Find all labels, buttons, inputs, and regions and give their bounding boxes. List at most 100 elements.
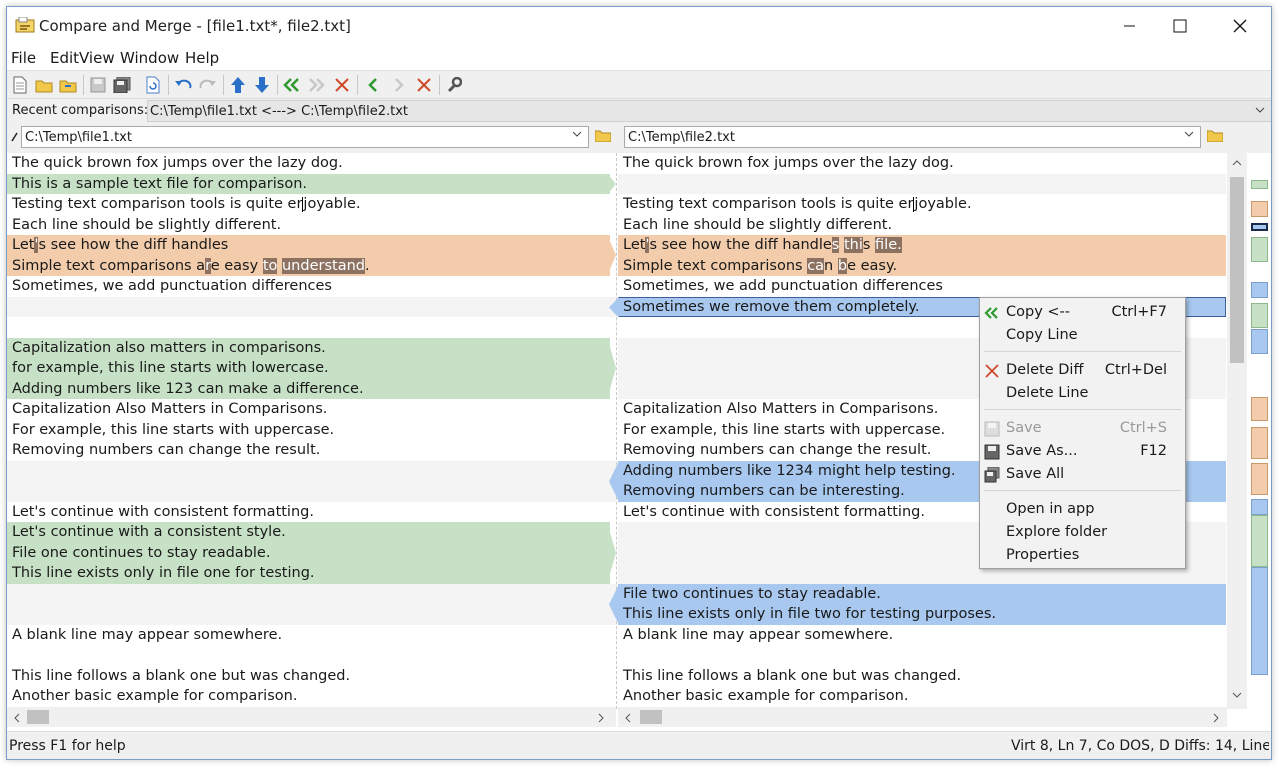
right-line[interactable]: The quick brown fox jumps over the lazy … [618, 153, 1226, 174]
menu-edit[interactable]: Edit [50, 49, 79, 67]
menu-item-save-all[interactable]: Save All [980, 463, 1185, 486]
copy-all-right-button[interactable] [306, 75, 326, 95]
right-line[interactable]: This line follows a blank one but was ch… [618, 666, 1226, 687]
menu-item-open-in-app[interactable]: Open in app [980, 498, 1185, 521]
right-line[interactable]: Testing text comparison tools is quite e… [618, 194, 1226, 215]
recent-comparisons-combo[interactable]: C:\Temp\file1.txt <---> C:\Temp\file2.tx… [147, 100, 1271, 122]
left-file-pane[interactable]: The quick brown fox jumps over the lazy … [7, 153, 616, 709]
vertical-scrollbar[interactable] [1227, 153, 1247, 709]
minimize-button[interactable] [1107, 7, 1153, 45]
left-line[interactable]: Each line should be slightly different. [7, 215, 616, 236]
scroll-left-icon[interactable] [624, 713, 632, 723]
inline-change: s [831, 237, 840, 253]
right-line[interactable]: Another basic example for comparison. [618, 686, 1226, 707]
left-line[interactable]: Another basic example for comparison. [7, 686, 616, 707]
scrollbar-thumb[interactable] [640, 710, 662, 724]
close-button[interactable] [1217, 7, 1263, 45]
left-line[interactable]: Let's see how the diff handles [7, 235, 610, 256]
scroll-right-icon[interactable] [597, 713, 605, 723]
status-bar: Press F1 for help Virt 8, Ln 7, Co DOS, … [7, 731, 1271, 759]
menu-item-copy-line[interactable]: Copy Line [980, 324, 1185, 347]
redo-button[interactable] [198, 75, 218, 95]
left-line[interactable]: A blank line may appear somewhere. [7, 625, 616, 646]
save-button[interactable] [88, 75, 108, 95]
left-line[interactable]: Testing text comparison tools is quite e… [7, 194, 616, 215]
menu-help[interactable]: Help [185, 49, 219, 67]
left-path-value: C:\Temp\file1.txt [25, 130, 132, 145]
maximize-button[interactable] [1157, 7, 1203, 45]
right-line[interactable]: Sometimes, we add punctuation difference… [618, 276, 1226, 297]
left-line[interactable]: Capitalization also matters in compariso… [7, 337, 610, 358]
scrollbar-thumb[interactable] [1230, 177, 1244, 363]
copy-all-left-button[interactable] [282, 75, 302, 95]
right-line[interactable]: Let's see how the diff handles this file… [618, 235, 1226, 256]
options-button[interactable] [444, 75, 464, 95]
menu-file[interactable]: File [11, 49, 36, 67]
left-placeholder-line [7, 296, 616, 317]
left-line[interactable] [7, 317, 616, 338]
copy-all-left-icon [283, 78, 299, 92]
left-line[interactable]: Let's continue with a consistent style. [7, 522, 610, 543]
right-line[interactable]: Each line should be slightly different. [618, 215, 1226, 236]
refresh-button[interactable] [143, 75, 163, 95]
options-icon [447, 77, 462, 93]
next-diff-button[interactable] [252, 75, 272, 95]
left-placeholder-line [7, 481, 616, 502]
new-file-button[interactable] [10, 75, 30, 95]
menu-item-delete-line[interactable]: Delete Line [980, 382, 1185, 405]
save-all-button[interactable] [112, 75, 132, 95]
left-line[interactable]: Adding numbers like 123 can make a diffe… [7, 378, 610, 399]
copy-right-button[interactable] [388, 75, 408, 95]
open-folder-button[interactable] [34, 75, 54, 95]
inline-change: to [262, 257, 278, 274]
left-line[interactable]: Removing numbers can change the result. [7, 440, 616, 461]
menu-view[interactable]: View [79, 49, 115, 67]
left-line[interactable] [7, 645, 616, 666]
left-line[interactable]: This is a sample text file for compariso… [7, 173, 610, 194]
left-horizontal-scrollbar[interactable] [7, 707, 616, 727]
left-line[interactable]: Simple text comparisons are easy to unde… [7, 255, 610, 276]
scroll-left-icon[interactable] [13, 713, 21, 723]
undo-button[interactable] [173, 75, 193, 95]
open-both-button[interactable] [58, 75, 78, 95]
right-path-input[interactable]: C:\Temp\file2.txt [624, 126, 1201, 148]
menu-item-explore-folder[interactable]: Explore folder [980, 521, 1185, 544]
left-line[interactable]: Sometimes, we add punctuation difference… [7, 276, 616, 297]
browse-left-folder-icon[interactable] [595, 129, 611, 142]
right-line[interactable]: Simple text comparisons can be easy. [618, 255, 1226, 276]
scrollbar-thumb[interactable] [27, 710, 49, 724]
left-line[interactable]: for example, this line starts with lower… [7, 358, 610, 379]
diff-arrow-left-icon [609, 296, 619, 318]
scroll-right-icon[interactable] [1212, 713, 1220, 723]
right-horizontal-scrollbar[interactable] [618, 707, 1227, 727]
left-line[interactable]: Capitalization Also Matters in Compariso… [7, 399, 616, 420]
browse-right-folder-icon[interactable] [1207, 129, 1223, 142]
left-line[interactable]: Let's continue with consistent formattin… [7, 502, 616, 523]
left-line[interactable]: This line exists only in file one for te… [7, 563, 610, 584]
left-line[interactable]: For example, this line starts with upper… [7, 420, 616, 441]
menu-separator [984, 351, 1181, 352]
right-line[interactable]: A blank line may appear somewhere. [618, 625, 1226, 646]
save-icon [90, 77, 106, 93]
scroll-up-icon[interactable] [1232, 159, 1242, 167]
menu-item-save-as[interactable]: Save As... F12 [980, 440, 1185, 463]
left-line[interactable]: The quick brown fox jumps over the lazy … [7, 153, 616, 174]
menu-item-properties[interactable]: Properties [980, 544, 1185, 567]
menu-window[interactable]: Window [120, 49, 179, 67]
copy-left-button[interactable] [364, 75, 384, 95]
delete-button[interactable] [414, 75, 434, 95]
right-line[interactable]: This line exists only in file two for te… [618, 604, 1226, 625]
delete-all-button[interactable] [332, 75, 352, 95]
left-path-input[interactable]: C:\Temp\file1.txt [21, 126, 589, 148]
diff-overview-map[interactable] [1247, 153, 1271, 709]
left-line[interactable]: This line follows a blank one but was ch… [7, 666, 616, 687]
right-line[interactable]: File two continues to stay readable. [618, 583, 1226, 604]
menu-item-delete-diff[interactable]: Delete Diff Ctrl+Del [980, 359, 1185, 382]
right-line[interactable] [618, 645, 1226, 666]
left-line[interactable]: File one continues to stay readable. [7, 542, 610, 563]
menu-item-copy[interactable]: Copy <-- Ctrl+F7 [980, 301, 1185, 324]
scroll-down-icon[interactable] [1232, 691, 1242, 699]
diff-arrow-right-icon [607, 173, 616, 195]
prev-diff-button[interactable] [228, 75, 248, 95]
menu-item-save[interactable]: Save Ctrl+S [980, 417, 1185, 440]
